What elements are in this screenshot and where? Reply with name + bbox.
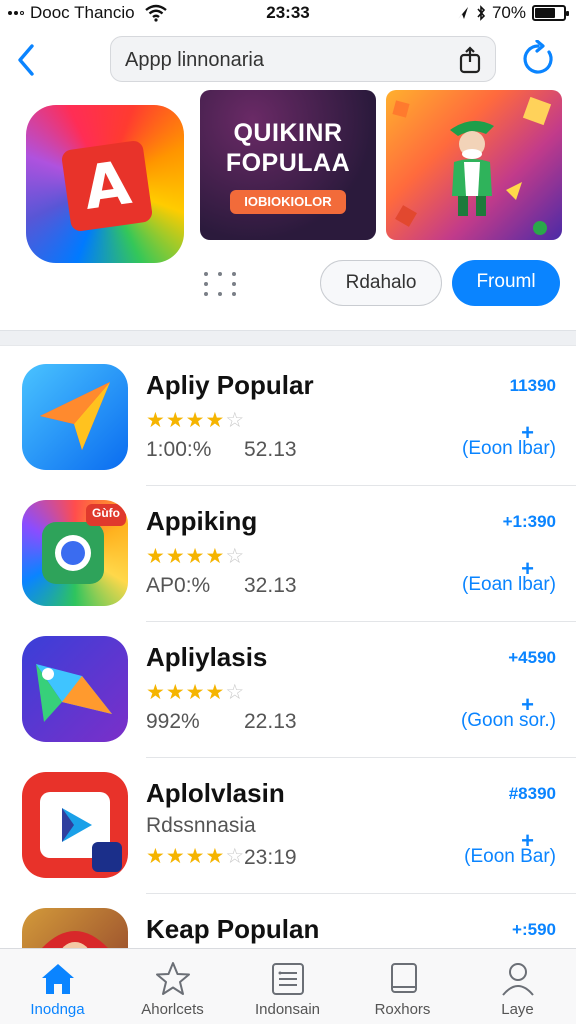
get-button[interactable]: (Eoan lbar) xyxy=(462,574,556,596)
app-stat: 23:19 xyxy=(244,846,297,869)
list-item[interactable]: Aplolvlasin Rdssnnasia ★★★★☆ 23:19 #8390… xyxy=(0,758,576,894)
tab-favorites[interactable]: Ahorlcets xyxy=(115,949,230,1024)
tab-label: Inodnga xyxy=(30,1001,85,1018)
share-icon[interactable] xyxy=(457,46,483,74)
list-item[interactable]: Apliy Popular ★★★★☆ 1:00:% 52.13 11390 +… xyxy=(0,350,576,486)
app-icon xyxy=(22,772,128,878)
tab-label: Indonsain xyxy=(254,1001,321,1018)
app-subtitle: Rdssnnasia xyxy=(146,814,256,837)
list-item[interactable]: Apliylasis ★★★★☆ 992% 22.13 +4590 + (Goo… xyxy=(0,622,576,758)
battery-icon xyxy=(532,5,569,21)
secondary-action-button[interactable]: Rdahalo xyxy=(320,260,442,306)
home-icon xyxy=(42,964,74,994)
search-text: Appp linnonaria xyxy=(125,49,264,71)
app-name: Appiking xyxy=(146,506,258,536)
tab-label: Ahorlcets xyxy=(141,1001,204,1018)
price-label: 11390 xyxy=(509,376,556,395)
battery-percent: 70% xyxy=(491,3,526,22)
search-field[interactable]: Appp linnonaria xyxy=(110,36,496,82)
decoration-shapes xyxy=(392,96,552,235)
chevron-left-icon xyxy=(18,44,34,76)
section-divider xyxy=(0,330,576,346)
app-stat: 22.13 xyxy=(244,710,297,733)
get-button[interactable]: (Goon sor.) xyxy=(461,710,556,732)
app-name: Aplolvlasin xyxy=(146,778,285,808)
paper-plane-icon xyxy=(40,382,110,450)
page-indicator xyxy=(200,270,246,298)
app-name: Apliy Popular xyxy=(146,370,314,400)
person-icon xyxy=(502,963,534,996)
price-label: +1:390 xyxy=(502,512,556,531)
list-icon xyxy=(272,963,304,995)
app-stat: AP0:% xyxy=(146,574,211,597)
app-icon xyxy=(22,636,128,742)
app-stat: 52.13 xyxy=(244,438,297,461)
battery-fill xyxy=(535,8,555,18)
app-icon xyxy=(22,364,128,470)
status-right: 70% xyxy=(456,3,569,23)
bluetooth-icon xyxy=(477,5,486,21)
app-name: Apliylasis xyxy=(146,642,268,672)
list-item[interactable]: Gùfo Appiking ★★★★☆ AP0:% 32.13 +1:390 +… xyxy=(0,486,576,622)
tab-home[interactable]: Inodnga xyxy=(0,949,115,1024)
app-name: Keap Populan xyxy=(146,914,320,944)
price-label: +:590 xyxy=(512,920,556,939)
price-label: +4590 xyxy=(508,648,556,667)
refresh-icon xyxy=(523,39,553,74)
tab-label: Laye xyxy=(501,1001,534,1018)
price-label: #8390 xyxy=(508,784,556,803)
app-logo xyxy=(60,139,154,233)
star-rating: ★★★★☆ xyxy=(146,680,246,704)
tab-devices[interactable]: Roxhors xyxy=(345,949,460,1024)
star-rating: ★★★★☆ xyxy=(146,408,246,432)
status-bar: Dooc Thancio 23:33 70% xyxy=(0,0,576,26)
banner-headline: QUIKINR FOPULAA xyxy=(200,118,376,178)
get-button[interactable]: (Eoon lbar) xyxy=(462,438,556,460)
star-icon xyxy=(156,962,190,995)
featured-app-icon[interactable] xyxy=(26,105,184,263)
app-icon: Gùfo xyxy=(22,500,128,606)
banner-tag: IOBIOKIOLOR xyxy=(230,190,346,214)
location-arrow-icon xyxy=(457,7,468,19)
star-rating: ★★★★☆ xyxy=(146,844,246,868)
banner-headline-line2: FOPULAA xyxy=(225,149,351,177)
app-store-screen: Dooc Thancio 23:33 70% Appp linnonaria A… xyxy=(0,0,576,1024)
featured-banner-game[interactable] xyxy=(386,90,562,240)
star-rating: ★★★★☆ xyxy=(146,544,246,568)
banner-headline-line1: QUIKINR xyxy=(233,119,343,147)
app-icon-badge: Gùfo xyxy=(92,506,120,520)
back-button[interactable] xyxy=(12,40,42,80)
primary-action-button[interactable]: Frouml xyxy=(452,260,560,306)
paper-crane-icon xyxy=(36,664,112,722)
tab-bar: Inodnga Ahorlcets Indonsain Roxhors Laye xyxy=(0,948,576,1024)
refresh-button[interactable] xyxy=(520,39,556,78)
app-stat: 992% xyxy=(146,710,200,733)
get-button[interactable]: (Eoon Bar) xyxy=(464,846,556,868)
featured-banner-popular[interactable]: QUIKINR FOPULAA IOBIOKIOLOR xyxy=(200,90,376,240)
tab-label: Roxhors xyxy=(374,1001,431,1018)
play-icon xyxy=(40,792,122,872)
tab-profile[interactable]: Laye xyxy=(460,949,575,1024)
tablet-icon xyxy=(391,963,417,993)
app-stat: 32.13 xyxy=(244,574,297,597)
app-stat: 1:00:% xyxy=(146,438,212,461)
tab-list[interactable]: Indonsain xyxy=(230,949,345,1024)
